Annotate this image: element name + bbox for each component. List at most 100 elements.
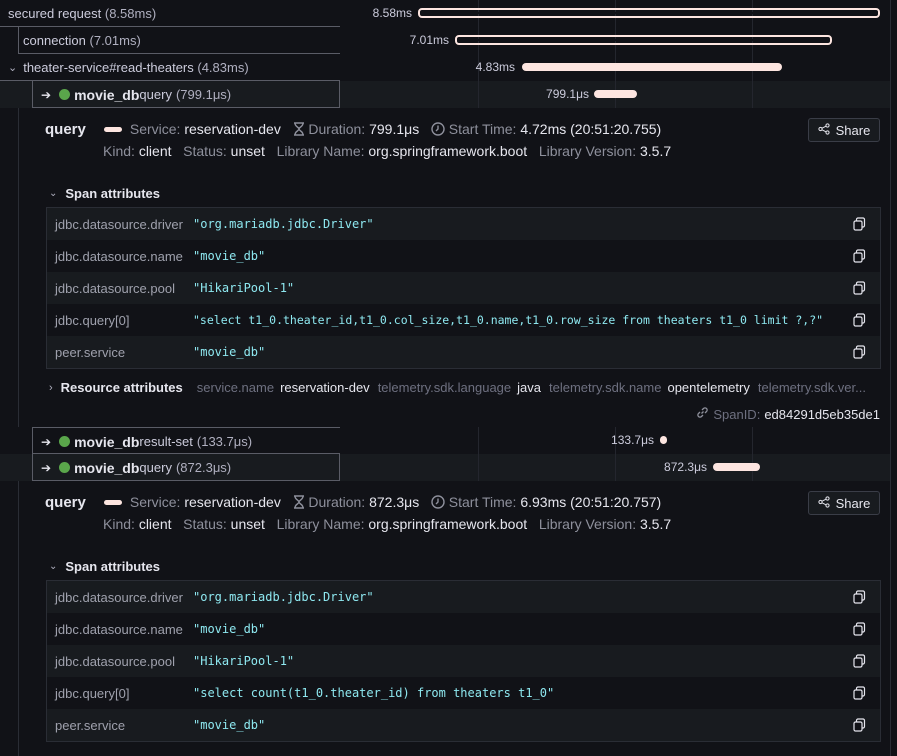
span-timeline[interactable]: 8.58ms <box>341 0 890 27</box>
status-key: Status: <box>183 143 227 159</box>
res-attr-value: reservation-dev <box>280 380 370 395</box>
span-name-cell[interactable]: ➔ movie_db query (799.1μs) <box>32 81 340 108</box>
span-name-cell[interactable]: ⌄ theater-service#read-theaters (4.83ms) <box>0 54 340 81</box>
duration-key: Duration: <box>308 121 366 137</box>
attr-row: jdbc.datasource.name "movie_db" <box>47 240 880 272</box>
resource-attributes-toggle[interactable]: › Resource attributes service.name reserv… <box>49 380 872 395</box>
span-name-cell[interactable]: ➔ movie_db query (872.3μs) <box>32 454 340 481</box>
copy-icon[interactable] <box>853 654 866 671</box>
span-attributes-toggle[interactable]: ⌄ Span attributes <box>49 559 160 574</box>
attr-value: "org.mariadb.jdbc.Driver" <box>193 217 374 231</box>
span-timeline[interactable]: 7.01ms <box>341 27 890 54</box>
detail-header: query Service: reservation-dev Duration: … <box>45 121 661 139</box>
scrollbar-track[interactable] <box>890 0 897 756</box>
start-time-key: Start Time: <box>448 494 517 510</box>
service-value: reservation-dev <box>184 494 281 510</box>
attr-key: jdbc.datasource.name <box>55 621 183 637</box>
span-duration: (799.1μs) <box>175 87 232 102</box>
span-name-cell[interactable]: connection (7.01ms) <box>18 27 340 54</box>
share-label: Share <box>835 495 871 511</box>
attr-value: "movie_db" <box>193 622 266 636</box>
detail-title: query <box>45 121 86 138</box>
attr-value: "select t1_0.theater_id,t1_0.col_size,t1… <box>193 313 824 327</box>
attr-key: jdbc.query[0] <box>55 312 130 328</box>
detail-subheader: Kind: client Status: unset Library Name:… <box>103 143 671 159</box>
span-duration: (4.83ms) <box>197 60 249 75</box>
span-timeline[interactable]: 133.7μs <box>341 427 890 454</box>
service-dot-icon <box>59 462 71 473</box>
share-icon <box>818 122 830 138</box>
copy-icon[interactable] <box>853 718 866 735</box>
attr-key: jdbc.datasource.pool <box>55 653 175 669</box>
copy-icon[interactable] <box>853 622 866 639</box>
bar-label: 799.1μs <box>546 87 589 101</box>
span-bar <box>713 463 760 471</box>
span-row-connection[interactable]: connection (7.01ms) 7.01ms <box>0 27 890 54</box>
attr-value: "movie_db" <box>193 249 266 263</box>
kind-value: client <box>138 143 172 159</box>
copy-icon[interactable] <box>853 249 866 266</box>
attr-row: jdbc.datasource.name "movie_db" <box>47 613 880 645</box>
span-operation: query <box>139 87 172 102</box>
span-name-cell[interactable]: secured request (8.58ms) <box>0 0 340 27</box>
share-button[interactable]: Share <box>808 118 880 142</box>
copy-icon[interactable] <box>853 313 866 330</box>
span-timeline[interactable]: 799.1μs <box>341 81 890 108</box>
arrow-right-icon[interactable]: ➔ <box>41 461 51 475</box>
span-timeline[interactable]: 872.3μs <box>341 454 890 481</box>
bar-label: 872.3μs <box>664 460 707 474</box>
res-attr-value: opentelemetry <box>667 380 750 395</box>
duration-value: 799.1μs <box>369 121 420 137</box>
copy-icon[interactable] <box>853 686 866 703</box>
copy-icon[interactable] <box>853 590 866 607</box>
share-button[interactable]: Share <box>808 491 880 515</box>
span-row-secured-request[interactable]: secured request (8.58ms) 8.58ms <box>0 0 890 27</box>
span-id[interactable]: SpanID: ed84291d5eb35de1 <box>696 406 880 422</box>
service-key: Service: <box>129 121 181 137</box>
span-service: movie_db <box>74 86 140 103</box>
span-attributes-toggle[interactable]: ⌄ Span attributes <box>49 186 160 201</box>
span-name-cell[interactable]: ➔ movie_db result-set (133.7μs) <box>32 427 340 454</box>
attr-value: "HikariPool-1" <box>193 281 295 295</box>
service-dot-icon <box>59 436 71 447</box>
attr-key: jdbc.datasource.pool <box>55 280 175 296</box>
span-service: movie_db <box>74 459 140 476</box>
span-detail-panel-1: query Service: reservation-dev Duration: … <box>18 108 890 427</box>
bar-label: 8.58ms <box>372 6 412 20</box>
share-label: Share <box>835 122 871 138</box>
span-attributes-table: jdbc.datasource.driver "org.mariadb.jdbc.… <box>46 580 881 742</box>
span-id-key: SpanID: <box>713 406 761 422</box>
start-time-value: 6.93ms (20:51:20.757) <box>520 494 662 510</box>
attr-row: jdbc.datasource.pool "HikariPool-1" <box>47 645 880 677</box>
arrow-right-icon[interactable]: ➔ <box>41 435 51 449</box>
attr-key: jdbc.query[0] <box>55 685 130 701</box>
start-time-value: 4.72ms (20:51:20.755) <box>520 121 662 137</box>
span-row-movie-db-query-1[interactable]: ➔ movie_db query (799.1μs) 799.1μs <box>0 81 890 108</box>
attr-key: jdbc.datasource.name <box>55 248 183 264</box>
span-bar <box>594 90 637 98</box>
copy-icon[interactable] <box>853 217 866 234</box>
kind-key: Kind: <box>103 143 135 159</box>
chevron-down-icon[interactable]: ⌄ <box>8 61 17 74</box>
span-timeline[interactable]: 4.83ms <box>341 54 890 81</box>
span-service: movie_db <box>74 433 140 450</box>
res-attr-key: telemetry.sdk.language <box>377 380 512 395</box>
attr-value: "org.mariadb.jdbc.Driver" <box>193 590 374 604</box>
library-version-key: Library Version: <box>538 516 637 532</box>
start-time-key: Start Time: <box>448 121 517 137</box>
span-row-movie-db-query-2[interactable]: ➔ movie_db query (872.3μs) 872.3μs <box>0 454 890 481</box>
arrow-right-icon[interactable]: ➔ <box>41 88 51 102</box>
span-row-movie-db-result-set[interactable]: ➔ movie_db result-set (133.7μs) 133.7μs <box>0 427 890 454</box>
span-name: theater-service#read-theaters <box>23 60 194 75</box>
service-value: reservation-dev <box>184 121 281 137</box>
attr-row: jdbc.datasource.driver "org.mariadb.jdbc.… <box>47 208 880 240</box>
attr-row: peer.service "movie_db" <box>47 336 880 368</box>
copy-icon[interactable] <box>853 345 866 362</box>
span-name: connection <box>23 33 86 48</box>
kind-key: Kind: <box>103 516 135 532</box>
span-duration: (7.01ms) <box>89 33 141 48</box>
span-row-theater-service[interactable]: ⌄ theater-service#read-theaters (4.83ms)… <box>0 54 890 81</box>
share-icon <box>818 495 830 511</box>
copy-icon[interactable] <box>853 281 866 298</box>
attr-value: "movie_db" <box>193 345 266 359</box>
